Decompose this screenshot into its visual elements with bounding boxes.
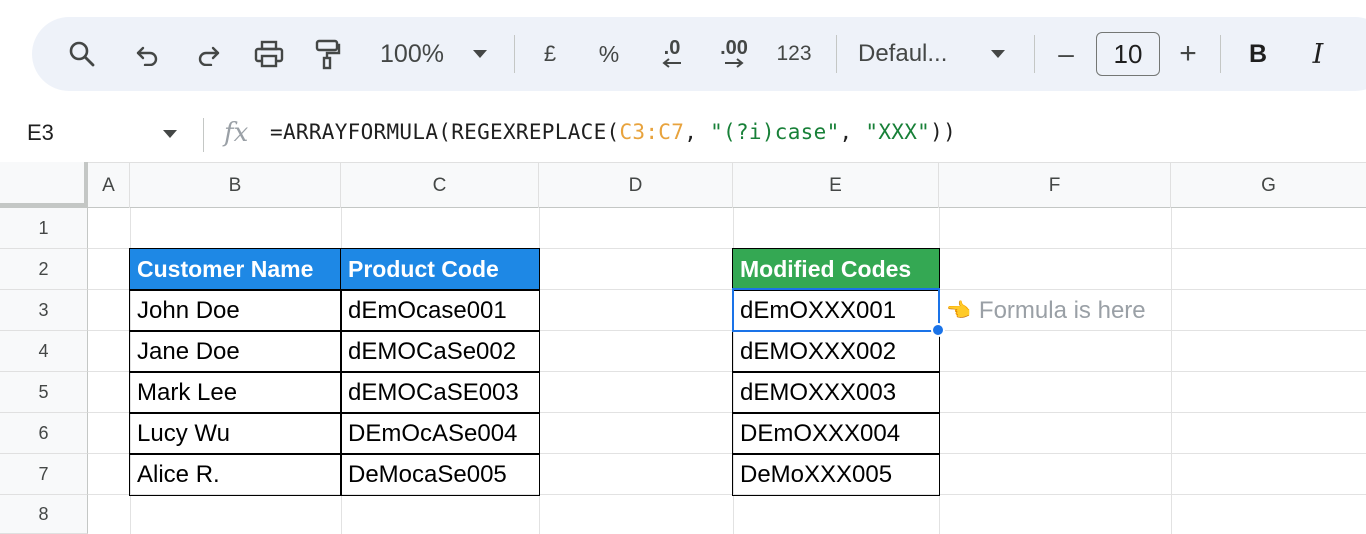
bold-icon: B xyxy=(1248,39,1268,68)
zoom-select[interactable]: 100% xyxy=(372,17,452,91)
fx-icon: fx xyxy=(224,118,249,148)
increase-font-size-button[interactable]: + xyxy=(1174,17,1202,91)
column-header-row: A B C D E F G xyxy=(0,162,1366,208)
font-size-input[interactable]: 10 xyxy=(1096,32,1160,76)
font-size-value: 10 xyxy=(1113,38,1143,69)
formula-suffix: )) xyxy=(930,120,957,144)
formula-bar-divider xyxy=(203,118,204,152)
row-header-5[interactable]: 5 xyxy=(0,372,88,413)
column-header-b[interactable]: B xyxy=(130,163,341,208)
column-header-g[interactable]: G xyxy=(1171,163,1366,208)
annotation-note: 👈 Formula is here xyxy=(946,289,1146,332)
column-header-f[interactable]: F xyxy=(939,163,1171,208)
table-header-product-code[interactable]: Product Code xyxy=(340,248,540,291)
italic-button[interactable]: I xyxy=(1302,17,1334,91)
table-cell-customer[interactable]: Jane Doe xyxy=(129,330,342,373)
select-all-corner[interactable] xyxy=(0,162,88,207)
toolbar-divider xyxy=(836,35,837,73)
formula-separator: , xyxy=(839,120,866,144)
currency-format-button[interactable]: £ xyxy=(536,17,564,91)
column-header-a[interactable]: A xyxy=(88,163,130,208)
zoom-value: 100% xyxy=(380,39,444,68)
redo-icon[interactable] xyxy=(192,17,224,91)
result-cell[interactable]: DEmOXXX004 xyxy=(732,412,940,455)
italic-icon: I xyxy=(1312,38,1324,70)
decrease-decimal-button[interactable]: .0 xyxy=(652,17,692,91)
print-icon[interactable] xyxy=(250,17,288,91)
increase-decimal-button[interactable]: .00 xyxy=(712,17,756,91)
pointing-hand-icon: 👈 xyxy=(946,300,971,322)
arrow-right-icon xyxy=(725,58,744,68)
fill-handle[interactable] xyxy=(931,323,945,337)
arrow-left-icon xyxy=(662,58,681,68)
row-header-6[interactable]: 6 xyxy=(0,413,88,454)
result-cell[interactable]: dEMOXXX002 xyxy=(732,330,940,373)
row-header-7[interactable]: 7 xyxy=(0,454,88,495)
column-header-e[interactable]: E xyxy=(733,163,939,208)
active-cell-selection[interactable] xyxy=(732,288,940,332)
table-cell-customer[interactable]: Alice R. xyxy=(129,453,342,496)
toolbar-divider xyxy=(1220,35,1221,73)
row-header-8[interactable]: 8 xyxy=(0,495,88,534)
toolbar-area: 100% £ % .0 .00 123 Defaul... – 10 + B I xyxy=(0,0,1366,108)
table-cell-customer[interactable]: John Doe xyxy=(129,289,342,332)
table-cell-customer[interactable]: Lucy Wu xyxy=(129,412,342,455)
formula-input[interactable]: =ARRAYFORMULA(REGEXREPLACE(C3:C7, "(?i)c… xyxy=(270,120,956,144)
increase-decimal-label: .00 xyxy=(720,37,748,59)
formula-separator: , xyxy=(684,120,711,144)
result-cell[interactable]: DeMoXXX005 xyxy=(732,453,940,496)
column-header-d[interactable]: D xyxy=(539,163,733,208)
more-formats-button[interactable]: 123 xyxy=(772,17,816,91)
table-cell-product-code[interactable]: dEMOCaSE003 xyxy=(340,371,540,414)
table-cell-product-code[interactable]: dEMOCaSe002 xyxy=(340,330,540,373)
cell-reference: E3 xyxy=(27,120,54,145)
plus-icon: + xyxy=(1179,37,1197,70)
table-cell-product-code[interactable]: DeMocaSe005 xyxy=(340,453,540,496)
toolbar-divider xyxy=(1034,35,1035,73)
formula-pattern: "(?i)case" xyxy=(710,120,840,144)
annotation-text: Formula is here xyxy=(978,296,1146,324)
decrease-decimal-label: .0 xyxy=(663,37,681,59)
zoom-dropdown-icon[interactable] xyxy=(468,17,492,91)
bold-button[interactable]: B xyxy=(1242,17,1274,91)
paint-format-icon[interactable] xyxy=(310,17,344,91)
formula-bar: E3 fx =ARRAYFORMULA(REGEXREPLACE(C3:C7, … xyxy=(0,108,1366,162)
font-name: Defaul... xyxy=(858,40,948,67)
undo-icon[interactable] xyxy=(132,17,164,91)
result-header-modified-codes[interactable]: Modified Codes xyxy=(732,248,940,291)
formula-range: C3:C7 xyxy=(619,120,685,144)
percent-format-button[interactable]: % xyxy=(594,17,624,91)
table-cell-product-code[interactable]: DEmOcASe004 xyxy=(340,412,540,455)
toolbar: 100% £ % .0 .00 123 Defaul... – 10 + B I xyxy=(32,17,1366,91)
currency-label: £ xyxy=(543,41,557,66)
row-header-3[interactable]: 3 xyxy=(0,290,88,331)
decrease-font-size-button[interactable]: – xyxy=(1052,17,1080,91)
percent-label: % xyxy=(598,40,620,67)
formula-replacement: "XXX" xyxy=(865,120,931,144)
name-box-dropdown-icon[interactable] xyxy=(162,126,178,144)
font-dropdown-icon[interactable] xyxy=(986,17,1010,91)
table-header-customer-name[interactable]: Customer Name xyxy=(129,248,342,291)
search-icon[interactable] xyxy=(64,17,100,91)
row-header-1[interactable]: 1 xyxy=(0,208,88,249)
spreadsheet-grid: A B C D E F G 1 2 3 4 5 6 7 8 Customer N… xyxy=(0,162,1366,534)
result-cell[interactable]: dEMOXXX003 xyxy=(732,371,940,414)
formula-prefix: =ARRAYFORMULA(REGEXREPLACE( xyxy=(270,120,620,144)
name-box[interactable]: E3 xyxy=(27,120,54,146)
column-header-c[interactable]: C xyxy=(341,163,539,208)
minus-icon: – xyxy=(1058,38,1074,69)
row-header-4[interactable]: 4 xyxy=(0,331,88,372)
table-cell-product-code[interactable]: dEmOcase001 xyxy=(340,289,540,332)
font-select[interactable]: Defaul... xyxy=(858,17,970,91)
number-format-label: 123 xyxy=(776,42,812,65)
toolbar-divider xyxy=(514,35,515,73)
row-header-2[interactable]: 2 xyxy=(0,249,88,290)
table-cell-customer[interactable]: Mark Lee xyxy=(129,371,342,414)
